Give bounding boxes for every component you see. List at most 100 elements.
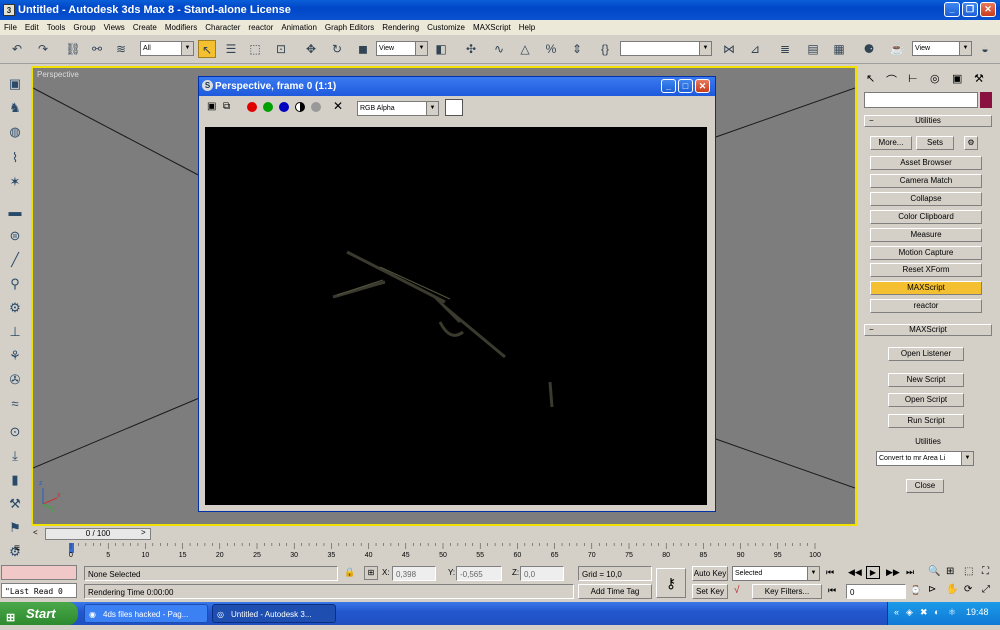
y-coordinate-field[interactable]: -0,565 — [456, 566, 502, 581]
rotate-icon[interactable]: ↻ — [328, 40, 346, 58]
menu-file[interactable]: File — [0, 23, 21, 32]
lock-icon[interactable]: 🔒 — [344, 567, 355, 578]
reactor-motor-icon[interactable]: ⚲ — [5, 274, 25, 294]
reactor-cloth-icon[interactable]: ♞ — [5, 98, 25, 118]
reactor-spring-icon[interactable]: ⊜ — [5, 226, 25, 246]
reactor-wind-icon[interactable]: ⚙ — [5, 298, 25, 318]
move-icon[interactable]: ✥ — [302, 40, 320, 58]
play-icon[interactable]: ▶ — [866, 566, 880, 579]
chevron-right-icon[interactable]: > — [141, 528, 151, 540]
undo-icon[interactable]: ↶ — [8, 40, 26, 58]
rendered-frame-window[interactable]: S Perspective, frame 0 (1:1) _ □ ✕ ▣ ⧉ ✕… — [198, 76, 716, 512]
reactor-plane-icon[interactable]: ▬ — [5, 202, 25, 222]
asset-browser-button[interactable]: Asset Browser — [870, 156, 982, 170]
absolute-mode-icon[interactable]: ⊞ — [364, 566, 378, 580]
reactor-analyze-icon[interactable]: ⚑ — [5, 518, 25, 538]
reactor-utility-button[interactable]: reactor — [870, 299, 982, 313]
channel-combo[interactable]: RGB Alpha ▼ — [357, 101, 439, 116]
reactor-soft-body-icon[interactable]: ◍ — [5, 122, 25, 142]
time-slider[interactable]: < 0 / 100 > — [31, 527, 857, 541]
reactor-toy-car-icon[interactable]: ⊥ — [5, 322, 25, 342]
render-maximize-button[interactable]: □ — [678, 79, 693, 93]
camera-match-button[interactable]: Camera Match — [870, 174, 982, 188]
mini-curve-editor-icon[interactable]: ≡ — [7, 543, 27, 559]
chevron-left-icon[interactable]: < — [33, 528, 43, 540]
z-coordinate-field[interactable]: 0,0 — [520, 566, 564, 581]
add-time-tag-button[interactable]: Add Time Tag — [578, 584, 652, 599]
start-button[interactable]: ⊞ Start — [0, 602, 78, 625]
reactor-deform-mesh-icon[interactable]: ✶ — [5, 172, 25, 192]
pivot-center-icon[interactable]: ◧ — [432, 40, 450, 58]
volume-icon[interactable]: ◐ — [934, 607, 939, 617]
menu-graph-editors[interactable]: Graph Editors — [321, 23, 378, 32]
zoom-extents-icon[interactable]: ⬚ — [964, 566, 973, 577]
taskbar-item-browser[interactable]: ◉ 4ds files hacked - Pag... — [84, 604, 208, 623]
align-icon[interactable]: ⊿ — [746, 40, 764, 58]
reactor-rope-icon[interactable]: ⌇ — [5, 148, 25, 168]
menu-modifiers[interactable]: Modifiers — [161, 23, 201, 32]
new-script-button[interactable]: New Script — [888, 373, 964, 387]
auto-key-button[interactable]: Auto Key — [692, 566, 728, 581]
blue-channel-icon[interactable] — [279, 102, 289, 112]
percent-snap-icon[interactable]: % — [542, 40, 560, 58]
display-tab-icon[interactable]: ▣ — [952, 72, 962, 85]
angle-snap-icon[interactable]: △ — [516, 40, 534, 58]
snap-3d-icon[interactable]: ∿ — [490, 40, 508, 58]
render-scene-icon[interactable]: ☕ — [888, 40, 906, 58]
render-type-combo[interactable]: View ▼ — [912, 41, 972, 56]
zoom-extents-all-icon[interactable]: ⛶ — [982, 566, 989, 577]
select-by-name-icon[interactable]: ☰ — [222, 40, 240, 58]
reactor-prismatic-icon[interactable]: ▮ — [5, 470, 25, 490]
alpha-channel-icon[interactable] — [295, 102, 305, 112]
track-bar[interactable]: ≡ 0 5 10 15 20 25 30 35 40 45 50 55 60 65 70 75 80 85 90 95… — [14, 541, 857, 565]
close-utility-button[interactable]: Close — [906, 479, 944, 493]
x-coordinate-field[interactable]: 0,398 — [392, 566, 436, 581]
menu-create[interactable]: Create — [129, 23, 161, 32]
hierarchy-tab-icon[interactable]: ⊢ — [908, 72, 918, 85]
configure-sets-icon[interactable]: ⚙ — [964, 136, 978, 150]
viewport-label[interactable]: Perspective — [37, 70, 79, 79]
clock[interactable]: 19:48 — [966, 607, 989, 617]
wireless-icon[interactable]: ⚛ — [948, 607, 956, 618]
key-mode-toggle-icon[interactable]: ⏮ — [828, 585, 836, 596]
pan-icon[interactable]: ✋ — [946, 584, 958, 595]
selection-filter-combo[interactable]: All ▼ — [140, 41, 194, 56]
menu-maxscript[interactable]: MAXScript — [469, 23, 515, 32]
schematic-view-icon[interactable]: ▦ — [830, 40, 848, 58]
app-icon[interactable]: 3 — [3, 4, 15, 16]
reference-coord-combo[interactable]: View ▼ — [376, 41, 428, 56]
named-selection-combo[interactable]: ▼ — [620, 41, 712, 56]
reactor-hinge-icon[interactable]: ⊙ — [5, 422, 25, 442]
menu-animation[interactable]: Animation — [277, 23, 321, 32]
utilities-dropdown[interactable]: Convert to mr Area Li ▼ — [876, 451, 974, 466]
arc-rotate-icon[interactable]: ⟳ — [964, 584, 972, 595]
spinner-snap-icon[interactable]: ⇕ — [568, 40, 586, 58]
render-minimize-button[interactable]: _ — [661, 79, 676, 93]
color-clipboard-button[interactable]: Color Clipboard — [870, 210, 982, 224]
reactor-dashpot-icon[interactable]: ╱ — [5, 250, 25, 270]
menu-reactor[interactable]: reactor — [244, 23, 277, 32]
menu-views[interactable]: Views — [100, 23, 129, 32]
menu-help[interactable]: Help — [515, 23, 539, 32]
color-swatch[interactable] — [445, 99, 463, 116]
material-editor-icon[interactable]: ⚈ — [860, 40, 878, 58]
open-script-button[interactable]: Open Script — [888, 393, 964, 407]
close-button[interactable]: ✕ — [980, 2, 996, 17]
create-tab-icon[interactable]: ↖ — [866, 72, 875, 85]
menu-character[interactable]: Character — [201, 23, 244, 32]
reset-xform-button[interactable]: Reset XForm — [870, 263, 982, 277]
open-listener-button[interactable]: Open Listener — [888, 347, 964, 361]
redo-icon[interactable]: ↷ — [34, 40, 52, 58]
menu-edit[interactable]: Edit — [21, 23, 43, 32]
unlink-icon[interactable]: ⚯ — [88, 40, 106, 58]
object-name-field[interactable] — [864, 92, 978, 108]
key-mode-icon[interactable]: √ — [734, 585, 740, 596]
go-to-start-icon[interactable]: ⏮ — [826, 567, 834, 578]
reactor-car-wheel-icon[interactable]: ⚒ — [5, 494, 25, 514]
window-crossing-icon[interactable]: ⊡ — [272, 40, 290, 58]
zoom-all-icon[interactable]: ⊞ — [946, 566, 954, 577]
utilities-rollout-header[interactable]: − Utilities — [864, 115, 992, 127]
key-filters-button[interactable]: Key Filters... — [752, 584, 822, 599]
link-icon[interactable]: ⛓ — [64, 40, 82, 58]
quick-render-icon[interactable]: ◒ — [976, 40, 994, 58]
